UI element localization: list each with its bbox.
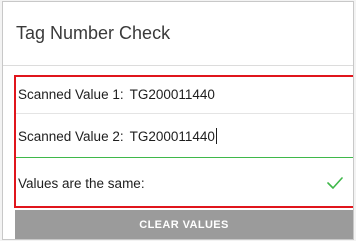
highlight-box	[14, 75, 353, 208]
clear-values-button[interactable]: CLEAR VALUES	[15, 210, 353, 239]
panel-title: Tag Number Check	[3, 2, 353, 66]
tag-check-panel: Tag Number Check Scanned Value 1: TG2000…	[2, 1, 354, 240]
